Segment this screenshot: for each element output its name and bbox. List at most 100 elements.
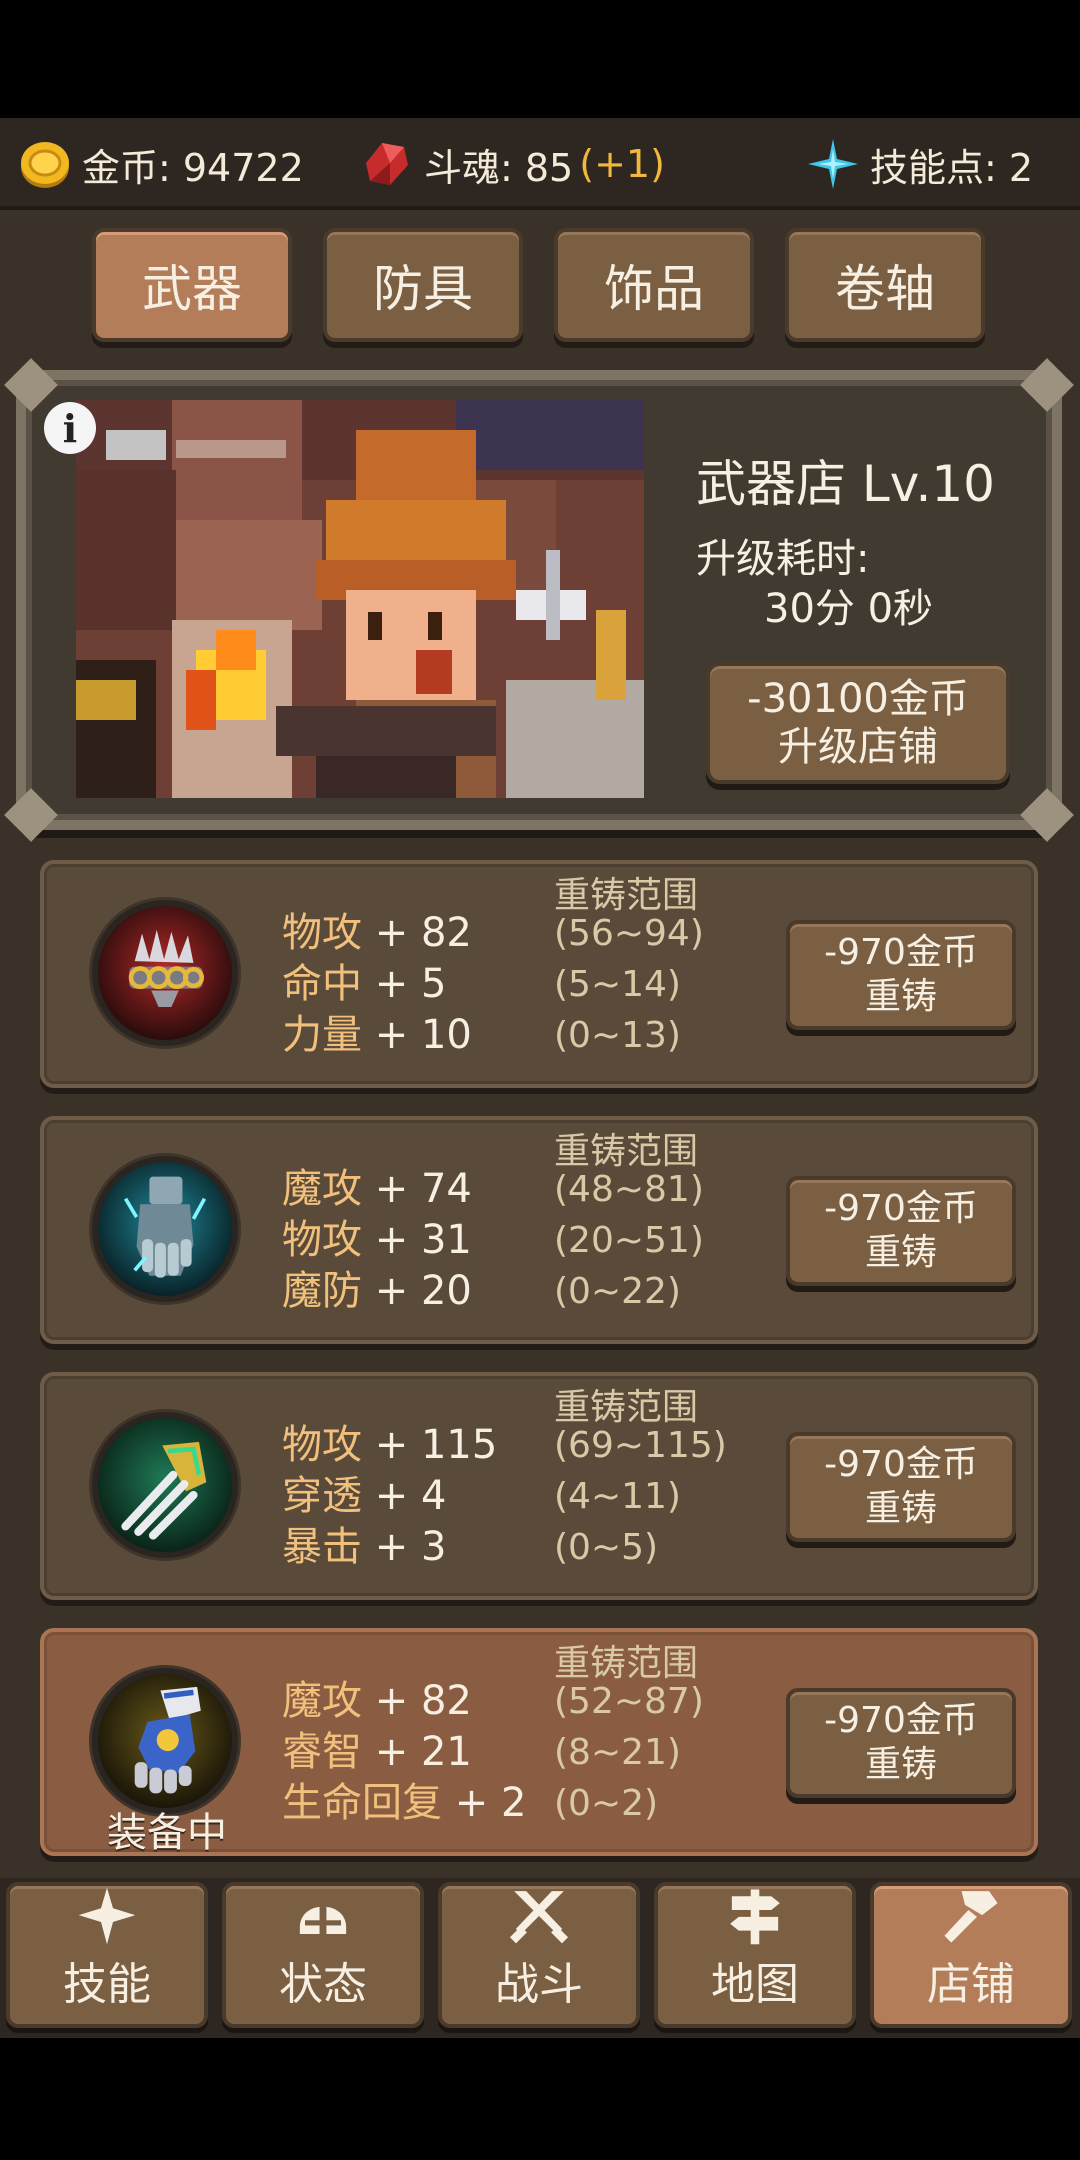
range-value: (0~2) <box>554 1783 659 1824</box>
range-value: (69~115) <box>554 1425 727 1466</box>
item-stats: 魔攻 + 82 睿智 + 21 生命回复 + 2 <box>282 1676 526 1829</box>
shop-panel: i 武器店 Lv.10 升级耗时: 30分 0秒 -30100金币 升级店铺 <box>4 358 1074 842</box>
range-value: (4~11) <box>554 1476 681 1517</box>
reforge-cost: -970金币 <box>824 1444 978 1485</box>
reforge-ranges: (52~87) (8~21) (0~2) <box>554 1676 704 1829</box>
panel-corner <box>4 358 58 412</box>
range-value: (0~5) <box>554 1527 659 1568</box>
upgrade-shop-button[interactable]: -30100金币 升级店铺 <box>706 662 1010 784</box>
stat-name: 魔攻 <box>282 1678 362 1724</box>
range-value: (8~21) <box>554 1732 681 1773</box>
reforge-action: 重铸 <box>864 1232 937 1273</box>
reforge-button[interactable]: -970金币 重铸 <box>786 1176 1016 1286</box>
stat-value: + 74 <box>362 1166 472 1212</box>
stat-name: 生命回复 <box>282 1780 442 1826</box>
tab-weapons[interactable]: 武器 <box>92 228 292 342</box>
item-card-equipped: 装备中 魔攻 + 82 睿智 + 21 生命回复 + 2 重铸范围 (52~87… <box>40 1628 1038 1856</box>
nav-status[interactable]: 状态 <box>222 1882 424 2028</box>
crossed-swords-icon <box>509 1891 569 1944</box>
reforge-cost: -970金币 <box>824 932 978 973</box>
reforge-action: 重铸 <box>864 1488 937 1529</box>
nav-skills[interactable]: 技能 <box>6 1882 208 2028</box>
stat-name: 穿透 <box>282 1473 362 1519</box>
stat-name: 物攻 <box>282 1217 362 1263</box>
upgrade-action: 升级店铺 <box>778 724 938 770</box>
item-card: 魔攻 + 74 物攻 + 31 魔防 + 20 重铸范围 (48~81) (20… <box>40 1116 1038 1344</box>
hammer-icon <box>944 1891 998 1943</box>
stat-value: + 5 <box>362 961 447 1007</box>
stat-line: 睿智 + 21 <box>282 1727 526 1778</box>
gold-amount: 金币: 94722 <box>82 145 304 190</box>
range-value: (48~81) <box>554 1169 704 1210</box>
tab-scrolls[interactable]: 卷轴 <box>785 228 985 342</box>
stat-line: 力量 + 10 <box>282 1010 472 1061</box>
panel-corner <box>1020 788 1074 842</box>
green-claw-icon <box>92 1412 238 1558</box>
reforge-action: 重铸 <box>864 1744 937 1785</box>
stat-value: + 20 <box>362 1268 472 1314</box>
soul-amount: 斗魂: 85 <box>424 145 574 190</box>
nav-battle[interactable]: 战斗 <box>438 1882 640 2028</box>
spiked-knuckles-icon <box>92 900 238 1046</box>
resource-bar: 金币: 94722 斗魂: 85 (+1) 技能点: 2 <box>0 118 1080 210</box>
stat-line: 物攻 + 31 <box>282 1215 472 1266</box>
reforge-button[interactable]: -970金币 重铸 <box>786 1432 1016 1542</box>
red-crystal-icon <box>366 143 408 185</box>
nav-map[interactable]: 地图 <box>654 1882 856 2028</box>
range-value: (52~87) <box>554 1681 704 1722</box>
reforge-ranges: (56~94) (5~14) (0~13) <box>554 908 704 1061</box>
soul-bonus: (+1) <box>579 142 665 186</box>
equipped-label: 装备中 <box>107 1810 227 1856</box>
stat-value: + 21 <box>362 1729 472 1775</box>
stat-value: + 31 <box>362 1217 472 1263</box>
range-value: (56~94) <box>554 913 704 954</box>
item-card: 物攻 + 115 穿透 + 4 暴击 + 3 重铸范围 (69~115) (4~… <box>40 1372 1038 1600</box>
bottom-nav: 技能 状态 战斗 地图 店铺 <box>0 1878 1080 2038</box>
tab-accessories[interactable]: 饰品 <box>554 228 754 342</box>
blacksmith-pixel-art <box>76 400 644 798</box>
signpost-icon <box>730 1889 780 1945</box>
skill-points-counter: 技能点: 2 <box>806 132 1033 196</box>
gold-counter: 金币: 94722 <box>18 132 304 196</box>
item-stats: 物攻 + 82 命中 + 5 力量 + 10 <box>282 908 472 1061</box>
stat-value: + 10 <box>362 1012 472 1058</box>
reforge-button[interactable]: -970金币 重铸 <box>786 1688 1016 1798</box>
nav-label: 店铺 <box>927 1959 1015 2010</box>
tab-armor[interactable]: 防具 <box>323 228 523 342</box>
stat-line: 命中 + 5 <box>282 959 472 1010</box>
stat-line: 魔攻 + 74 <box>282 1164 472 1215</box>
info-icon[interactable]: i <box>44 402 96 454</box>
reforge-cost: -970金币 <box>824 1700 978 1741</box>
stat-line: 穿透 + 4 <box>282 1471 497 1522</box>
stat-name: 物攻 <box>282 1422 362 1468</box>
upgrade-cost: -30100金币 <box>747 676 969 722</box>
stat-name: 魔防 <box>282 1268 362 1314</box>
stat-name: 魔攻 <box>282 1166 362 1212</box>
sparkle-icon <box>78 1887 136 1945</box>
item-stats: 魔攻 + 74 物攻 + 31 魔防 + 20 <box>282 1164 472 1317</box>
upgrade-time-value: 30分 0秒 <box>764 586 934 632</box>
helmet-icon <box>299 1894 347 1934</box>
stat-line: 物攻 + 82 <box>282 908 472 959</box>
blue-star-icon <box>808 139 858 189</box>
reforge-ranges: (48~81) (20~51) (0~22) <box>554 1164 704 1317</box>
shop-title: 武器店 Lv.10 <box>696 455 995 513</box>
stat-line: 暴击 + 3 <box>282 1522 497 1573</box>
range-value: (20~51) <box>554 1220 704 1261</box>
panel-corner <box>1020 358 1074 412</box>
range-value: (0~13) <box>554 1015 681 1056</box>
stat-name: 力量 <box>282 1012 362 1058</box>
nav-label: 状态 <box>279 1959 367 2010</box>
shopkeeper-portrait <box>76 400 644 798</box>
nav-label: 技能 <box>63 1959 151 2010</box>
range-value: (0~22) <box>554 1271 681 1312</box>
stat-value: + 82 <box>362 910 472 956</box>
stat-value: + 2 <box>442 1780 527 1826</box>
nav-label: 地图 <box>711 1959 799 2010</box>
stat-value: + 115 <box>362 1422 498 1468</box>
nav-shop[interactable]: 店铺 <box>870 1882 1072 2028</box>
reforge-button[interactable]: -970金币 重铸 <box>786 920 1016 1030</box>
stat-line: 生命回复 + 2 <box>282 1778 526 1829</box>
soul-counter: 斗魂: 85 (+1) <box>360 132 665 196</box>
item-card: 物攻 + 82 命中 + 5 力量 + 10 重铸范围 (56~94) (5~1… <box>40 860 1038 1088</box>
